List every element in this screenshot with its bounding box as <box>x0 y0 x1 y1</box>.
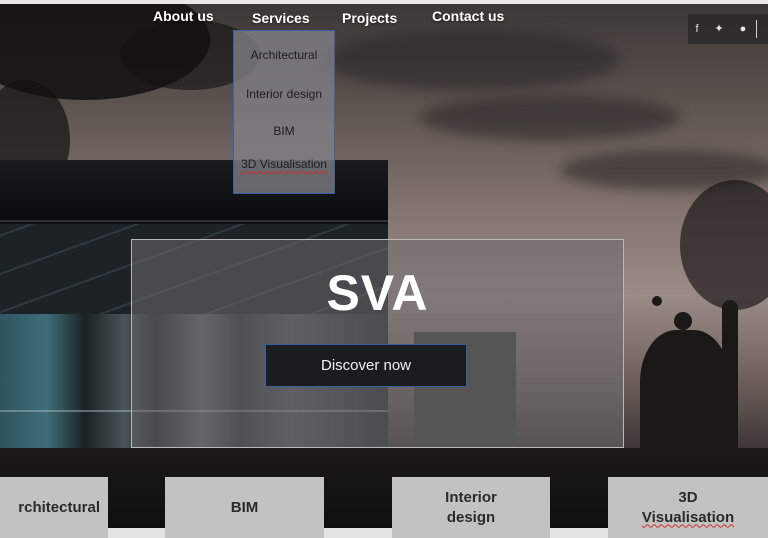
facebook-icon[interactable]: f <box>690 22 704 36</box>
hero-panel: SVA Discover now <box>131 239 624 448</box>
twitter-icon[interactable]: ✦ <box>712 22 726 36</box>
nav-item-services[interactable]: Services <box>252 10 310 26</box>
card-bim-label: BIM <box>230 498 259 516</box>
card-3d-visualisation[interactable]: 3D Visualisation <box>608 477 768 538</box>
card-3d-visualisation-line2: Visualisation <box>641 508 735 526</box>
card-architectural[interactable]: rchitectural <box>0 477 108 538</box>
social-links: f ✦ ● <box>688 14 768 44</box>
card-architectural-label: rchitectural <box>18 498 100 516</box>
nav-item-contact-us[interactable]: Contact us <box>432 8 504 24</box>
dropdown-item-bim[interactable]: BIM <box>234 124 334 138</box>
card-bim[interactable]: BIM <box>165 477 324 538</box>
top-strip <box>0 0 768 4</box>
card-interior-design[interactable]: Interior design <box>392 477 550 538</box>
social-divider <box>756 20 757 38</box>
services-dropdown: Architectural Interior design BIM 3D Vis… <box>233 30 335 194</box>
chat-icon[interactable]: ● <box>736 22 750 36</box>
nav-item-projects[interactable]: Projects <box>342 10 397 26</box>
dropdown-item-architectural[interactable]: Architectural <box>234 48 334 62</box>
card-3d-visualisation-line1: 3D <box>678 488 698 506</box>
nav-item-about-us[interactable]: About us <box>153 8 214 24</box>
dropdown-item-interior-design[interactable]: Interior design <box>234 87 334 101</box>
main-nav: About us Services Projects Contact us <box>0 8 768 32</box>
card-interior-design-line1: Interior <box>445 488 497 506</box>
card-interior-design-line2: design <box>446 508 496 526</box>
dropdown-item-3d-visualisation[interactable]: 3D Visualisation <box>234 157 334 171</box>
hero-title: SVA <box>326 265 429 321</box>
discover-now-button[interactable]: Discover now <box>265 344 467 387</box>
